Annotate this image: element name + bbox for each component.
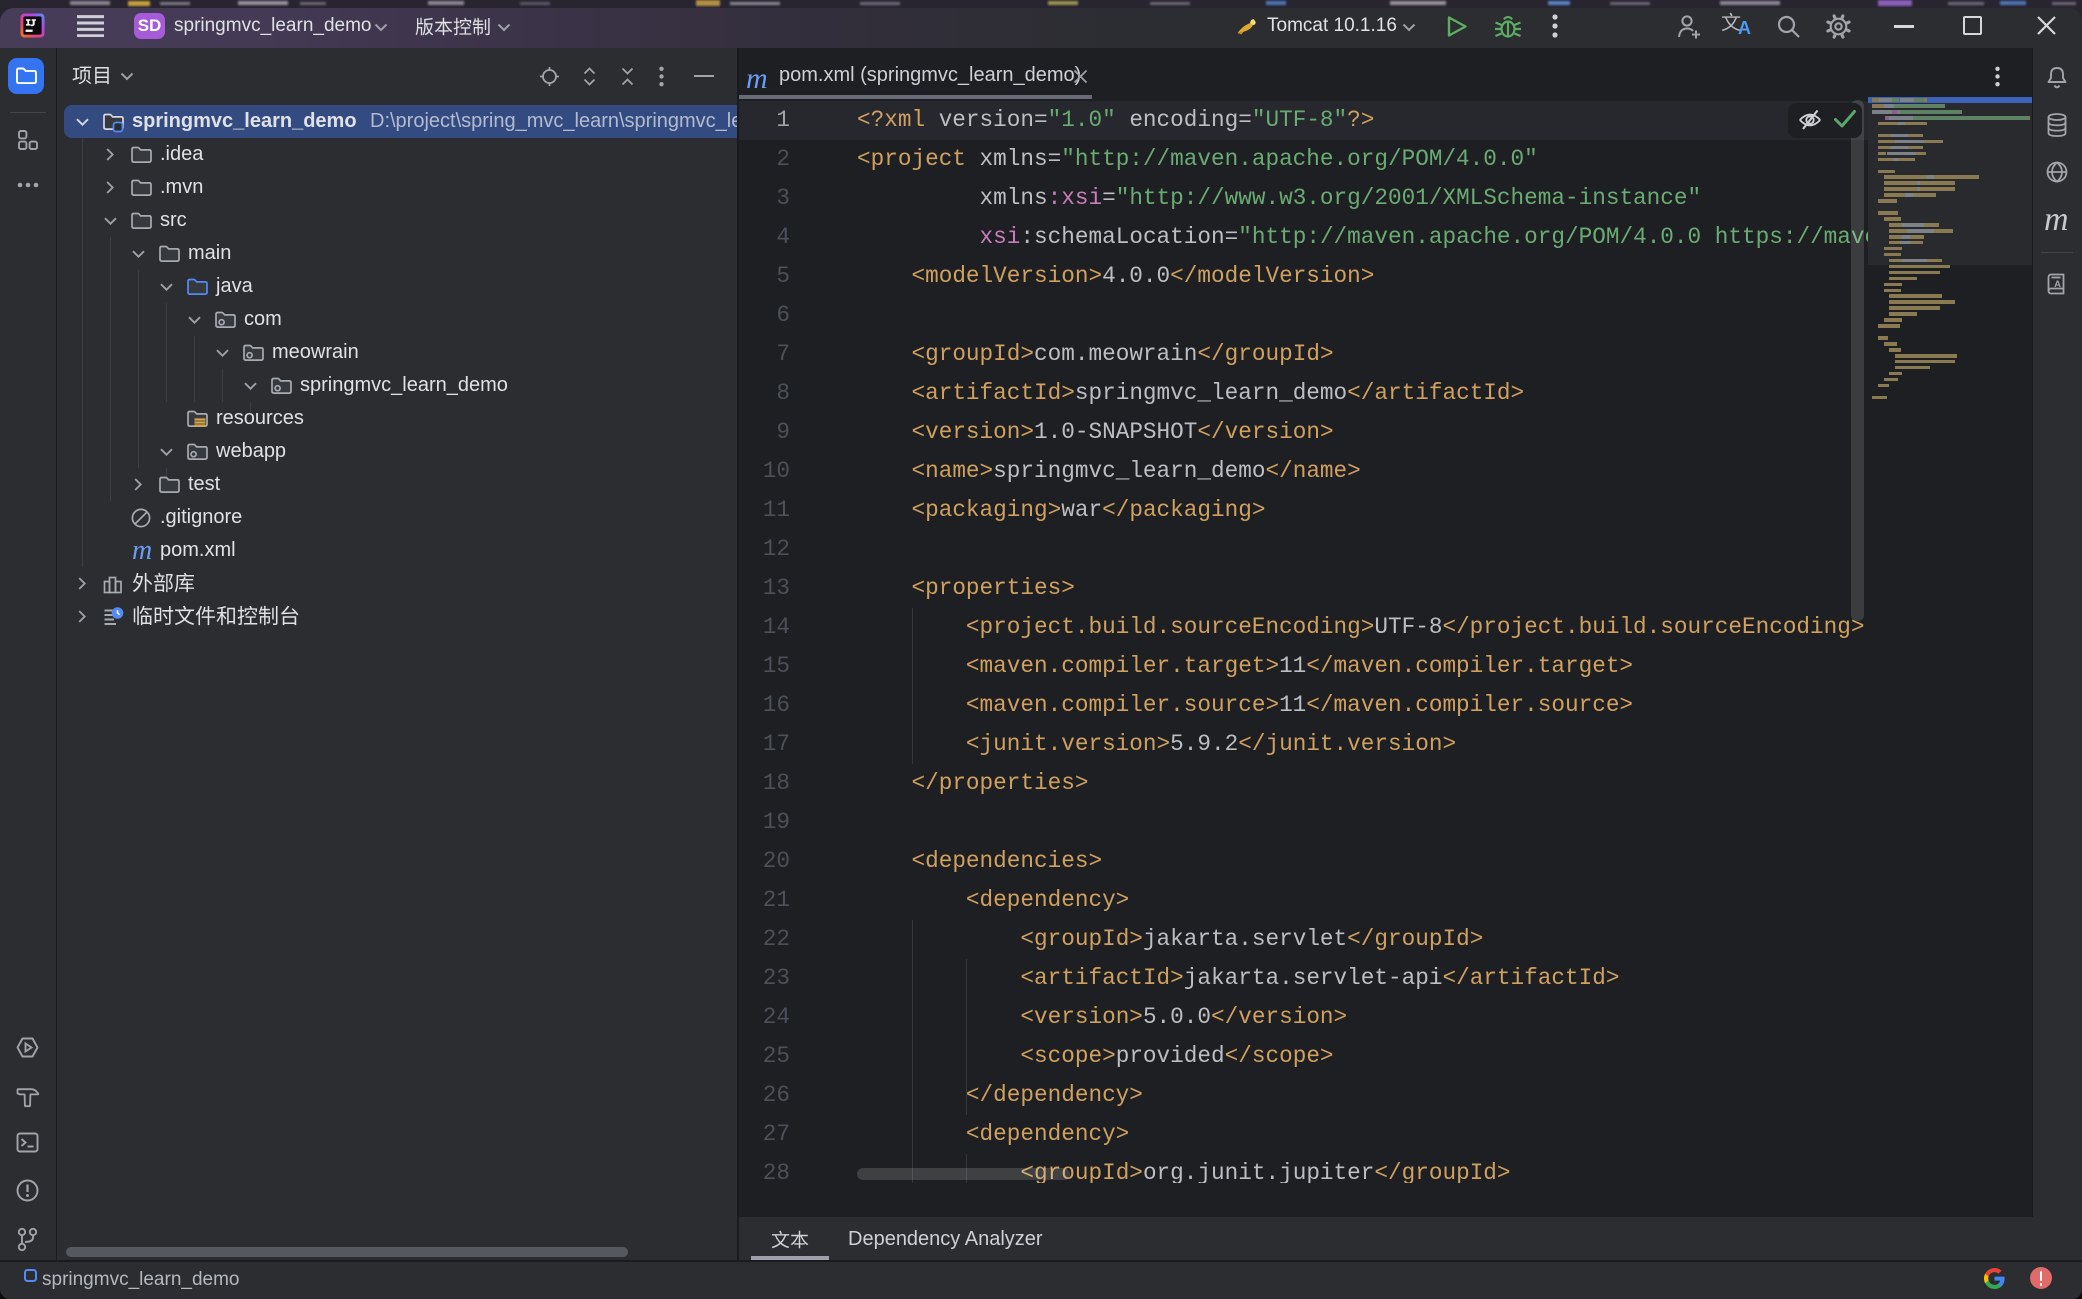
svg-text:A: A [2054,279,2061,290]
